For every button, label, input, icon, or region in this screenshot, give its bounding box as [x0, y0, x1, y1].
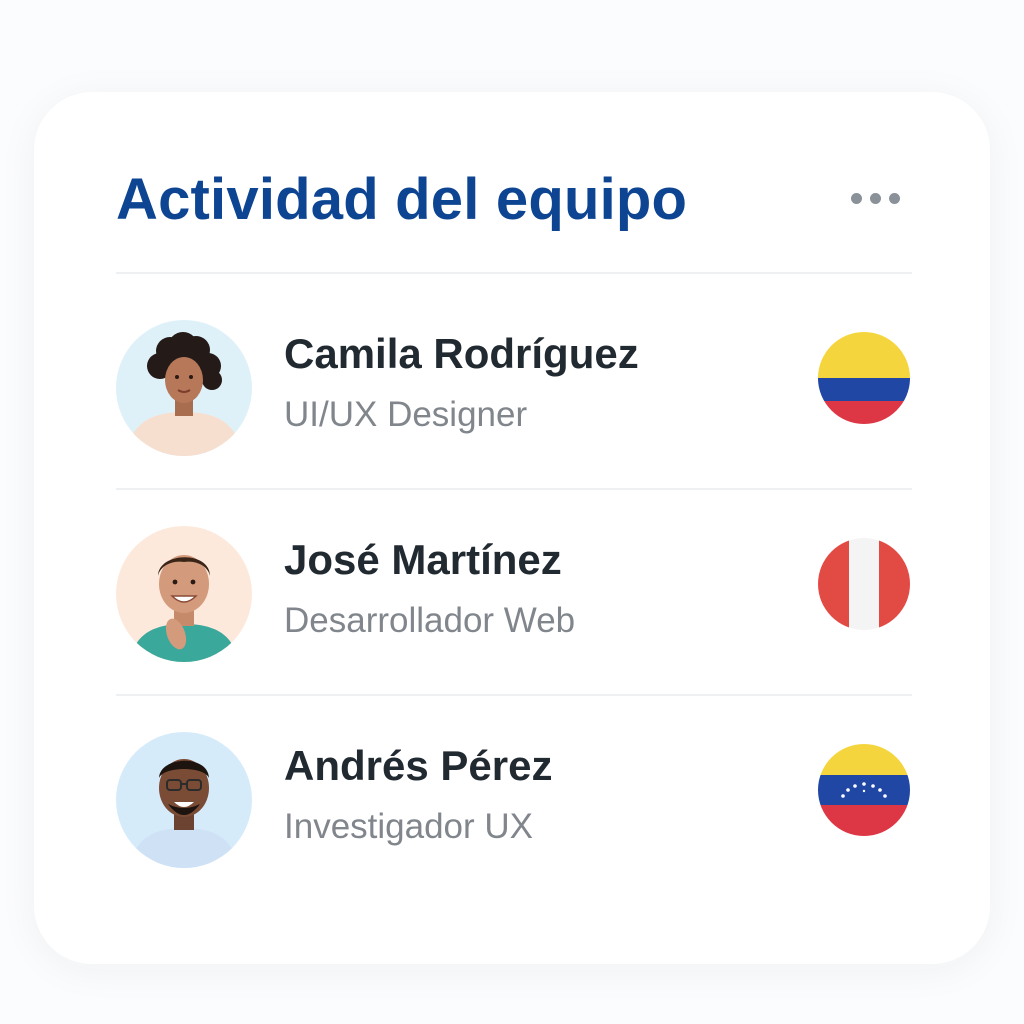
- more-horizontal-icon: [850, 192, 862, 204]
- list-item-member[interactable]: Andrés Pérez Investigador UX: [116, 730, 912, 870]
- divider: [116, 272, 912, 274]
- more-dot: [888, 192, 900, 204]
- avatar: [116, 526, 252, 662]
- member-name: Andrés Pérez: [284, 742, 553, 789]
- venezuela-flag-icon: [818, 744, 910, 836]
- divider: [116, 488, 912, 490]
- peru-flag-icon: [818, 538, 910, 630]
- member-name: José Martínez: [284, 536, 562, 583]
- card-header: Actividad del equipo: [116, 160, 912, 240]
- member-role: Investigador UX: [284, 807, 534, 846]
- member-role: Desarrollador Web: [284, 601, 576, 640]
- divider: [116, 694, 912, 696]
- avatar: [116, 732, 252, 868]
- member-role: UI/UX Designer: [284, 395, 528, 434]
- colombia-flag-icon: [818, 332, 910, 424]
- list-item-member[interactable]: Camila Rodríguez UI/UX Designer: [116, 318, 912, 458]
- card-title: Actividad del equipo: [116, 167, 688, 232]
- member-name: Camila Rodríguez: [284, 330, 639, 377]
- more-dot: [869, 192, 881, 204]
- list-item-member[interactable]: José Martínez Desarrollador Web: [116, 524, 912, 664]
- avatar: [116, 320, 252, 456]
- more-options-button[interactable]: [840, 178, 910, 218]
